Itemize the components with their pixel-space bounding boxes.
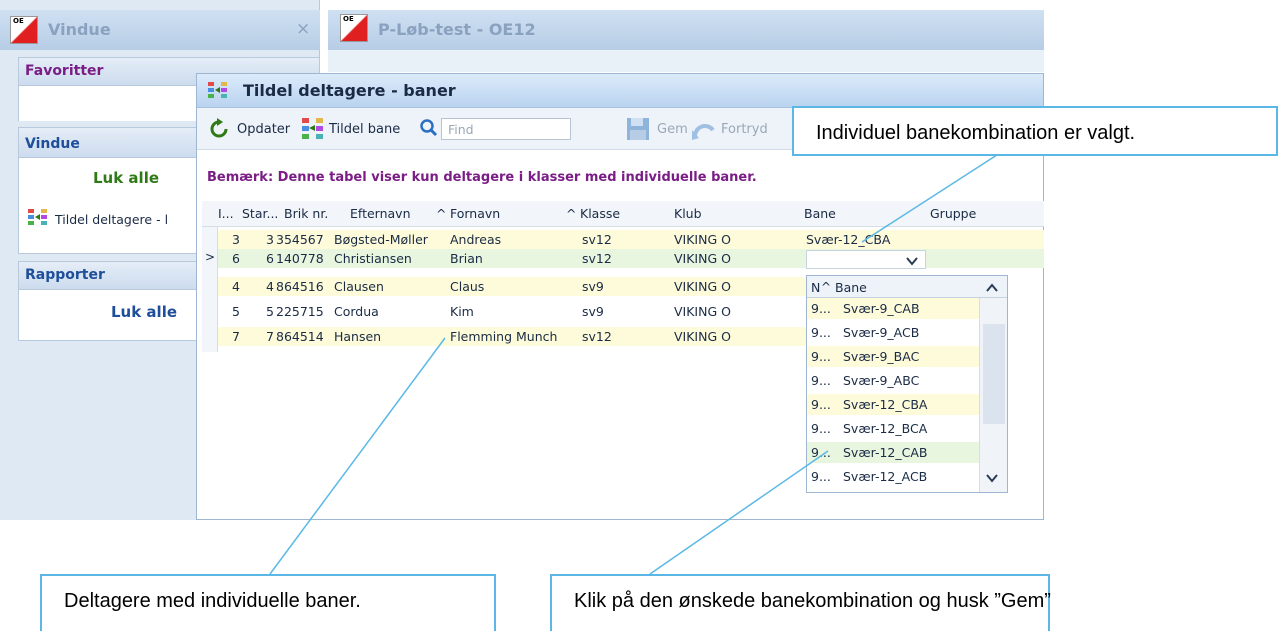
callout-line-bottom-left [269, 337, 446, 575]
callout-click-instruction: Klik på den ønskede banekombination og h… [550, 574, 1051, 631]
callout-selected-course: Individuel banekombination er valgt. [792, 106, 1278, 156]
callout-bottom-left-text: Deltagere med individuelle baner. [64, 590, 361, 612]
callout-lines [269, 152, 1001, 575]
callout-line-bottom-right [649, 450, 829, 575]
callout-bottom-right-text: Klik på den ønskede banekombination og h… [574, 590, 1051, 612]
callout-top-text: Individuel banekombination er valgt. [816, 122, 1136, 144]
callout-line-top [861, 152, 1001, 243]
callout-participants: Deltagere med individuelle baner. [40, 574, 496, 631]
